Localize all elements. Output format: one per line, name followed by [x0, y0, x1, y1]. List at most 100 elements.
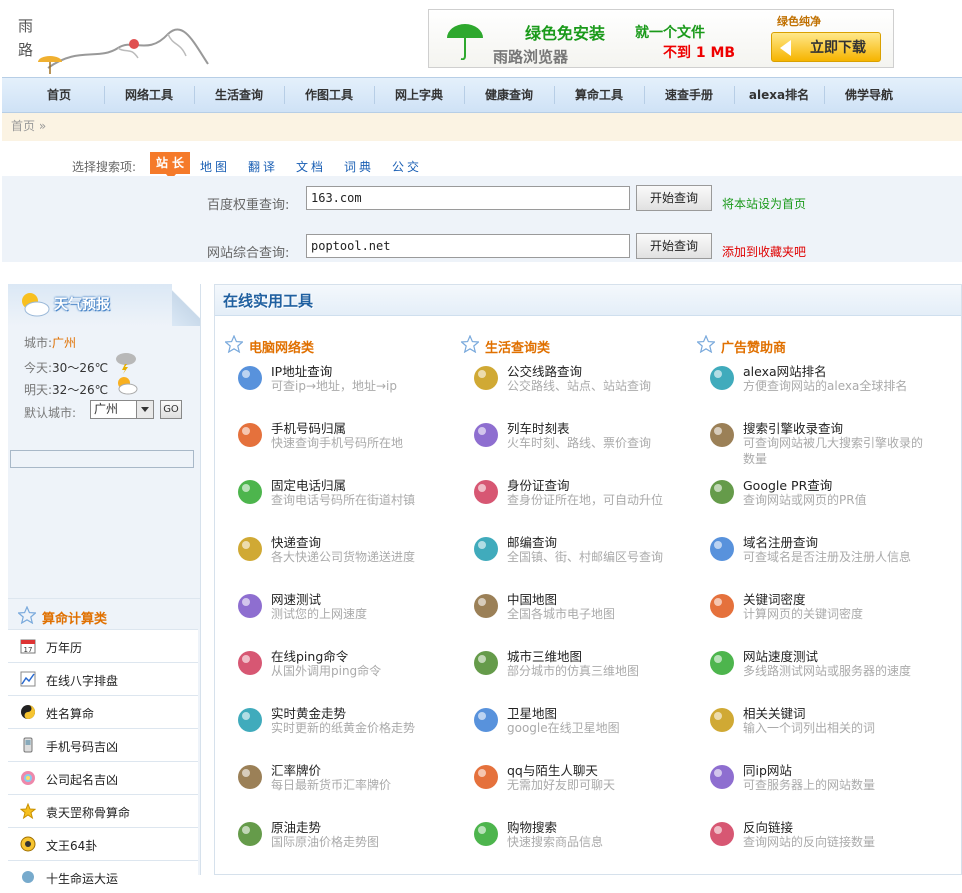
- calc-item-company-name[interactable]: 公司起名吉凶: [8, 761, 198, 794]
- tool-item[interactable]: qq与陌生人聊天 无需加好友即可聊天: [463, 760, 693, 810]
- go-button[interactable]: GO: [160, 400, 182, 419]
- calendar-icon: 17: [20, 639, 36, 654]
- tool-item[interactable]: 身份证查询 查身份证所在地，可自动升位: [463, 475, 693, 525]
- tool-item[interactable]: 邮编查询 全国镇、街、村邮编区号查询: [463, 532, 693, 582]
- tool-item[interactable]: 原油走势 国际原油价格走势图: [227, 817, 457, 867]
- nav-item-health-query[interactable]: 健康查询: [464, 78, 554, 112]
- tool-item[interactable]: 公交线路查询 公交路线、站点、站站查询: [463, 361, 693, 411]
- tool-item[interactable]: 固定电话归属 查询电话号码所在街道村镇: [227, 475, 457, 525]
- tool-item[interactable]: 同ip网站 可查服务器上的网站数量: [699, 760, 929, 810]
- download-button[interactable]: 立即下载: [771, 32, 881, 62]
- tool-item[interactable]: 网站速度测试 多线路测试网站或服务器的速度: [699, 646, 929, 696]
- tool-item[interactable]: 列车时刻表 火车时刻、路线、票价查询: [463, 418, 693, 468]
- nav-item-drawing-tools[interactable]: 作图工具: [284, 78, 374, 112]
- calc-item-64-hexagrams[interactable]: 文王64卦: [8, 827, 198, 860]
- fortune-icon: [22, 871, 34, 883]
- tool-item[interactable]: 反向链接 查询网站的反向链接数量: [699, 817, 929, 867]
- nav-item-alexa-ranking[interactable]: alexa排名: [734, 78, 824, 112]
- tool-item[interactable]: alexa网站排名 方便查询网站的alexa全球排名: [699, 361, 929, 411]
- pr-icon: [710, 480, 734, 504]
- tab-map[interactable]: 地图: [200, 158, 230, 175]
- bagua-icon: [20, 836, 36, 852]
- tool-description: 可查服务器上的网站数量: [743, 778, 876, 792]
- tools-panel-header: 在线实用工具: [215, 285, 961, 316]
- nav-item-quick-reference[interactable]: 速查手册: [644, 78, 734, 112]
- tool-item[interactable]: 相关关键词 输入一个词列出相关的词: [699, 703, 929, 753]
- tool-item[interactable]: 在线ping命令 从国外调用ping命令: [227, 646, 457, 696]
- tool-item[interactable]: 搜索引擎收录查询 可查询网站被几大搜索引擎收录的数量: [699, 418, 929, 468]
- header: 雨路 绿色免安装 就一个文件 雨路浏览器 不到 1 MB 绿色纯净 立即下载: [0, 0, 962, 76]
- banner-line5: 绿色纯净: [777, 15, 821, 28]
- calc-item-phone-fortune[interactable]: 手机号码吉凶: [8, 728, 198, 761]
- tool-item[interactable]: 中国地图 全国各城市电子地图: [463, 589, 693, 639]
- nav-item-life-query[interactable]: 生活查询: [194, 78, 284, 112]
- tool-item[interactable]: Google PR查询 查询网站或网页的PR值: [699, 475, 929, 525]
- site-overview-search-button[interactable]: 开始查询: [636, 233, 712, 259]
- tool-description: 测试您的上网速度: [271, 607, 368, 621]
- tool-description: 全国各城市电子地图: [507, 607, 616, 621]
- tool-item[interactable]: 卫星地图 google在线卫星地图: [463, 703, 693, 753]
- tab-webmaster[interactable]: 站长: [150, 152, 190, 180]
- scale-icon: [474, 822, 498, 846]
- site-overview-input[interactable]: poptool.net: [306, 234, 630, 258]
- tool-item[interactable]: 城市三维地图 部分城市的仿真三维地图: [463, 646, 693, 696]
- tool-item[interactable]: 网速测试 测试您的上网速度: [227, 589, 457, 639]
- calc-item-label: 手机号码吉凶: [46, 740, 119, 754]
- tool-description: 火车时刻、路线、票价查询: [507, 436, 652, 450]
- city-map-icon: [474, 651, 498, 675]
- banner-line2: 就一个文件: [635, 25, 705, 41]
- weather-tomorrow-temp: 32～26℃: [52, 383, 109, 397]
- set-homepage-link[interactable]: 将本站设为首页: [722, 195, 806, 212]
- calc-item-bone-weight[interactable]: 袁天罡称骨算命: [8, 794, 198, 827]
- tab-document[interactable]: 文档: [296, 158, 326, 175]
- weather-sun-cloud-icon: [22, 293, 50, 317]
- chat-icon: [474, 765, 498, 789]
- weather-today-label: 今天:: [24, 361, 53, 375]
- calc-item-bazi[interactable]: 在线八字排盘: [8, 662, 198, 695]
- weather-title: 天气预报: [54, 297, 110, 313]
- tool-item[interactable]: 手机号码归属 快速查询手机号码所在地: [227, 418, 457, 468]
- search-form: 百度权重查询: 163.com 开始查询 将本站设为首页 网站综合查询: pop…: [2, 176, 962, 262]
- nav-item-buddhism-nav[interactable]: 佛学导航: [824, 78, 914, 112]
- default-city-select[interactable]: 广州: [90, 400, 154, 419]
- tool-item[interactable]: 购物搜索 快速搜索商品信息: [463, 817, 693, 867]
- telephone-icon: [238, 480, 262, 504]
- tab-translate[interactable]: 翻译: [248, 158, 278, 175]
- site-logo[interactable]: 雨路: [8, 6, 218, 76]
- add-bookmark-link[interactable]: 添加到收藏夹吧: [722, 243, 806, 260]
- tab-bus[interactable]: 公交: [392, 158, 422, 175]
- calc-item-life-fortune[interactable]: 十生命运大运: [8, 860, 198, 893]
- tool-item[interactable]: 域名注册查询 可查域名是否注册及注册人信息: [699, 532, 929, 582]
- weather-city-label: 城市:: [24, 336, 53, 350]
- nav-item-network-tools[interactable]: 网络工具: [104, 78, 194, 112]
- tab-dictionary[interactable]: 词典: [344, 158, 374, 175]
- oil-fire-icon: [238, 822, 262, 846]
- search-type-label: 选择搜索项:: [72, 160, 137, 174]
- tool-item[interactable]: 实时黄金走势 实时更新的纸黄金价格走势: [227, 703, 457, 753]
- breadcrumb[interactable]: 首页 »: [2, 113, 962, 141]
- tool-item[interactable]: 汇率牌价 每日最新货币汇率牌价: [227, 760, 457, 810]
- mobile-phone-icon: [23, 737, 33, 753]
- tool-item[interactable]: 关键词密度 计算网页的关键词密度: [699, 589, 929, 639]
- star-icon: [20, 803, 36, 819]
- calc-item-calendar[interactable]: 17 万年历: [8, 629, 198, 662]
- computer-icon: [238, 594, 262, 618]
- star-outline-icon: [697, 335, 715, 353]
- tool-item[interactable]: 快递查询 各大快递公司货物递送进度: [227, 532, 457, 582]
- tool-item[interactable]: IP地址查询 可查ip→地址，地址→ip: [227, 361, 457, 411]
- column-header-life: 生活查询类: [461, 335, 550, 356]
- nav-item-online-dictionary[interactable]: 网上字典: [374, 78, 464, 112]
- tool-description: 可查域名是否注册及注册人信息: [743, 550, 912, 564]
- browser-ad-banner[interactable]: 绿色免安装 就一个文件 雨路浏览器 不到 1 MB 绿色纯净 立即下载: [428, 9, 894, 68]
- calc-item-name-fortune[interactable]: 姓名算命: [8, 695, 198, 728]
- nav-item-fortune-tools[interactable]: 算命工具: [554, 78, 644, 112]
- baidu-weight-input[interactable]: 163.com: [306, 186, 630, 210]
- sidebar-input-field[interactable]: [10, 450, 194, 468]
- default-city-value: 广州: [94, 402, 119, 416]
- column-title: 广告赞助商: [721, 341, 787, 356]
- weather-today-row: 今天:30～26℃: [24, 359, 108, 376]
- nav-item-home[interactable]: 首页: [14, 78, 104, 112]
- tool-description: 可查询网站被几大搜索引擎收录的数量: [743, 436, 924, 466]
- tool-description: 查身份证所在地，可自动升位: [507, 493, 664, 507]
- baidu-weight-search-button[interactable]: 开始查询: [636, 185, 712, 211]
